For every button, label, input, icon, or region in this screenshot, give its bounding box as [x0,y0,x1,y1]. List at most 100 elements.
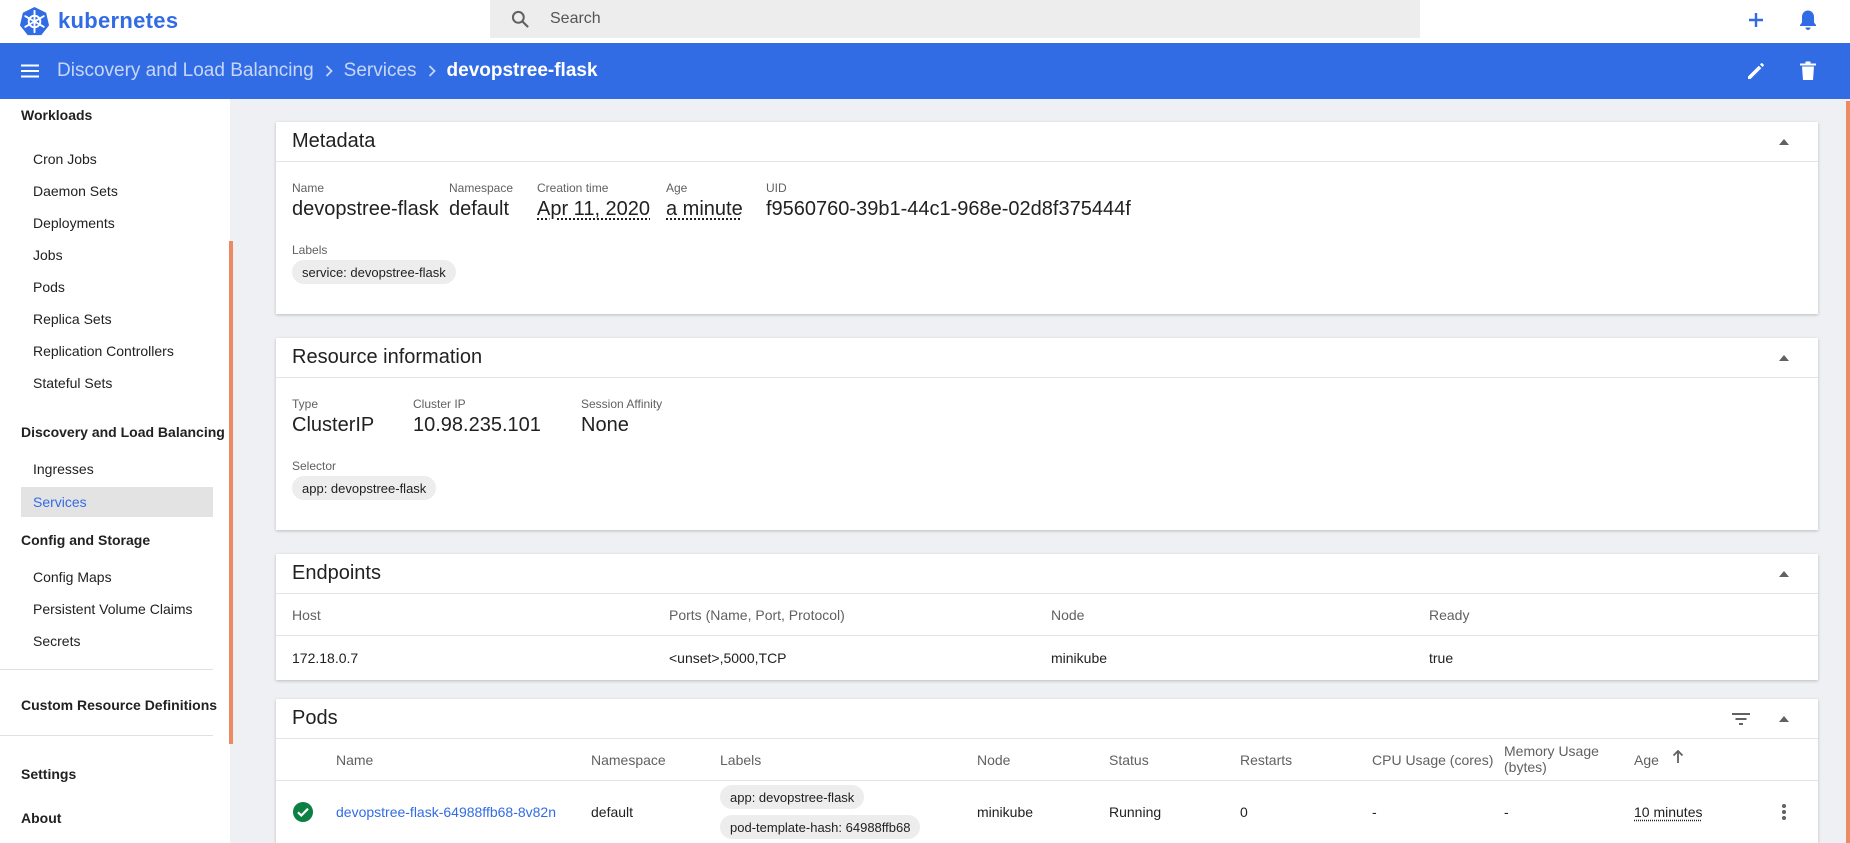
chevron-right-icon [325,65,333,77]
sidebar-item-config-maps[interactable]: Config Maps [21,562,213,592]
main-content: Metadata Name devopstree-flask Namespace… [233,99,1850,843]
top-bar: kubernetes [0,0,1850,43]
sidebar-item-ingresses[interactable]: Ingresses [21,454,213,484]
caret-up-icon [1779,139,1789,145]
kubernetes-wheel-icon [19,6,50,35]
arrow-up-icon[interactable] [1672,749,1684,767]
sidebar-item-replica-sets[interactable]: Replica Sets [21,304,213,334]
collapse-resource-button[interactable] [1776,350,1792,366]
app-name: kubernetes [58,8,179,33]
endpoint-ports: <unset>,5000,TCP [669,650,787,666]
column-status[interactable]: Status [1109,752,1149,768]
sidebar-item-pvc[interactable]: Persistent Volume Claims [21,594,213,624]
pod-node: minikube [977,804,1034,820]
sidebar-divider [0,669,213,670]
endpoints-card: Endpoints Host Ports (Name, Port, Protoc… [276,554,1818,680]
metadata-creation-time: Creation time Apr 11, 2020 [537,181,651,220]
sidebar-item-jobs[interactable]: Jobs [21,240,213,270]
metadata-namespace: Namespace default [449,181,514,220]
sidebar-item-about[interactable]: About [21,810,61,826]
pencil-icon [1748,63,1764,79]
sidebar-divider [0,735,213,736]
resource-selector: Selector [292,459,337,473]
sidebar-section-config[interactable]: Config and Storage [21,532,150,548]
sidebar-item-pods[interactable]: Pods [21,272,213,302]
sidebar-item-daemon-sets[interactable]: Daemon Sets [21,176,213,206]
chevron-right-icon [428,65,436,77]
sidebar-item-crd[interactable]: Custom Resource Definitions [21,697,217,713]
caret-up-icon [1779,355,1789,361]
sidebar-item-replication-controllers[interactable]: Replication Controllers [21,336,213,366]
column-ports: Ports (Name, Port, Protocol) [669,607,845,623]
pod-status: Running [1109,804,1162,820]
column-age[interactable]: Age [1634,752,1659,768]
search-input[interactable] [550,10,1350,28]
sidebar-item-stateful-sets[interactable]: Stateful Sets [21,368,213,398]
check-circle-icon [292,801,314,826]
edit-button[interactable] [1742,57,1770,85]
endpoints-card-title: Endpoints [276,554,1818,594]
table-row: devopstree-flask-64988ffb68-8v82n defaul… [276,781,1818,843]
kubernetes-logo[interactable]: kubernetes [19,5,178,37]
sidebar-item-cron-jobs[interactable]: Cron Jobs [21,144,213,174]
pod-restarts: 0 [1240,804,1248,820]
column-name[interactable]: Name [336,752,373,768]
resource-session-affinity: Session Affinity None [581,397,663,436]
pod-label-chip: app: devopstree-flask [720,785,865,809]
column-node: Node [1051,607,1085,623]
menu-button[interactable] [16,57,44,85]
sidebar-item-settings[interactable]: Settings [21,766,76,782]
hamburger-icon [21,64,39,78]
collapse-metadata-button[interactable] [1776,134,1792,150]
breadcrumb-current: devopstree-flask [446,60,598,81]
pod-name-link[interactable]: devopstree-flask-64988ffb68-8v82n [336,804,556,820]
column-host: Host [292,607,321,623]
sidebar-item-secrets[interactable]: Secrets [21,626,213,656]
pod-memory: - [1504,804,1509,820]
caret-up-icon [1779,571,1789,577]
resource-type: Type ClusterIP [292,397,375,436]
pod-label-chip: pod-template-hash: 64988ffb68 [720,815,921,839]
resource-cluster-ip: Cluster IP 10.98.235.101 [413,397,541,436]
caret-up-icon [1779,716,1789,722]
endpoint-ready: true [1429,650,1454,666]
endpoint-host: 172.18.0.7 [292,650,359,666]
pod-cpu: - [1372,804,1377,820]
metadata-age: Age a minute [666,181,743,220]
metadata-labels: Labels [292,243,328,257]
metadata-uid: UID f9560760-39b1-44c1-968e-02d8f375444f [766,181,1131,220]
collapse-endpoints-button[interactable] [1776,566,1792,582]
sidebar-item-services[interactable]: Services [21,487,213,517]
more-vert-icon[interactable] [1774,801,1794,823]
breadcrumb: Discovery and Load Balancing Services de… [57,43,598,99]
column-cpu: CPU Usage (cores) [1372,752,1494,768]
search-bar[interactable] [490,0,1420,38]
sidebar-section-discovery[interactable]: Discovery and Load Balancing [21,424,225,440]
bell-icon [1800,10,1816,30]
breadcrumb-services[interactable]: Services [344,60,417,82]
selector-chip: app: devopstree-flask [292,476,437,500]
delete-button[interactable] [1794,57,1822,85]
breadcrumb-discovery[interactable]: Discovery and Load Balancing [57,60,314,82]
collapse-pods-button[interactable] [1776,711,1792,727]
endpoints-header-row: Host Ports (Name, Port, Protocol) Node R… [276,594,1818,636]
column-node[interactable]: Node [977,752,1010,768]
notifications-button[interactable] [1794,6,1822,34]
column-restarts[interactable]: Restarts [1240,752,1292,768]
filter-pods-button[interactable] [1730,709,1752,729]
column-namespace[interactable]: Namespace [591,752,666,768]
create-button[interactable] [1742,6,1770,34]
endpoint-node: minikube [1051,650,1108,666]
pods-card: Pods Name Namespace Labels Node Status R… [276,699,1818,843]
sidebar-item-deployments[interactable]: Deployments [21,208,213,238]
pod-namespace: default [591,804,634,820]
metadata-card: Metadata Name devopstree-flask Namespace… [276,122,1818,314]
column-memory: Memory Usage (bytes) [1504,743,1599,775]
label-chip: service: devopstree-flask [292,260,456,284]
column-ready: Ready [1429,607,1470,623]
sidebar-section-workloads-title[interactable]: Workloads [21,107,92,123]
metadata-card-title: Metadata [276,122,1818,162]
pod-age[interactable]: 10 minutes [1634,804,1702,820]
table-row: 172.18.0.7 <unset>,5000,TCP minikube tru… [276,636,1818,680]
search-icon [490,9,550,29]
